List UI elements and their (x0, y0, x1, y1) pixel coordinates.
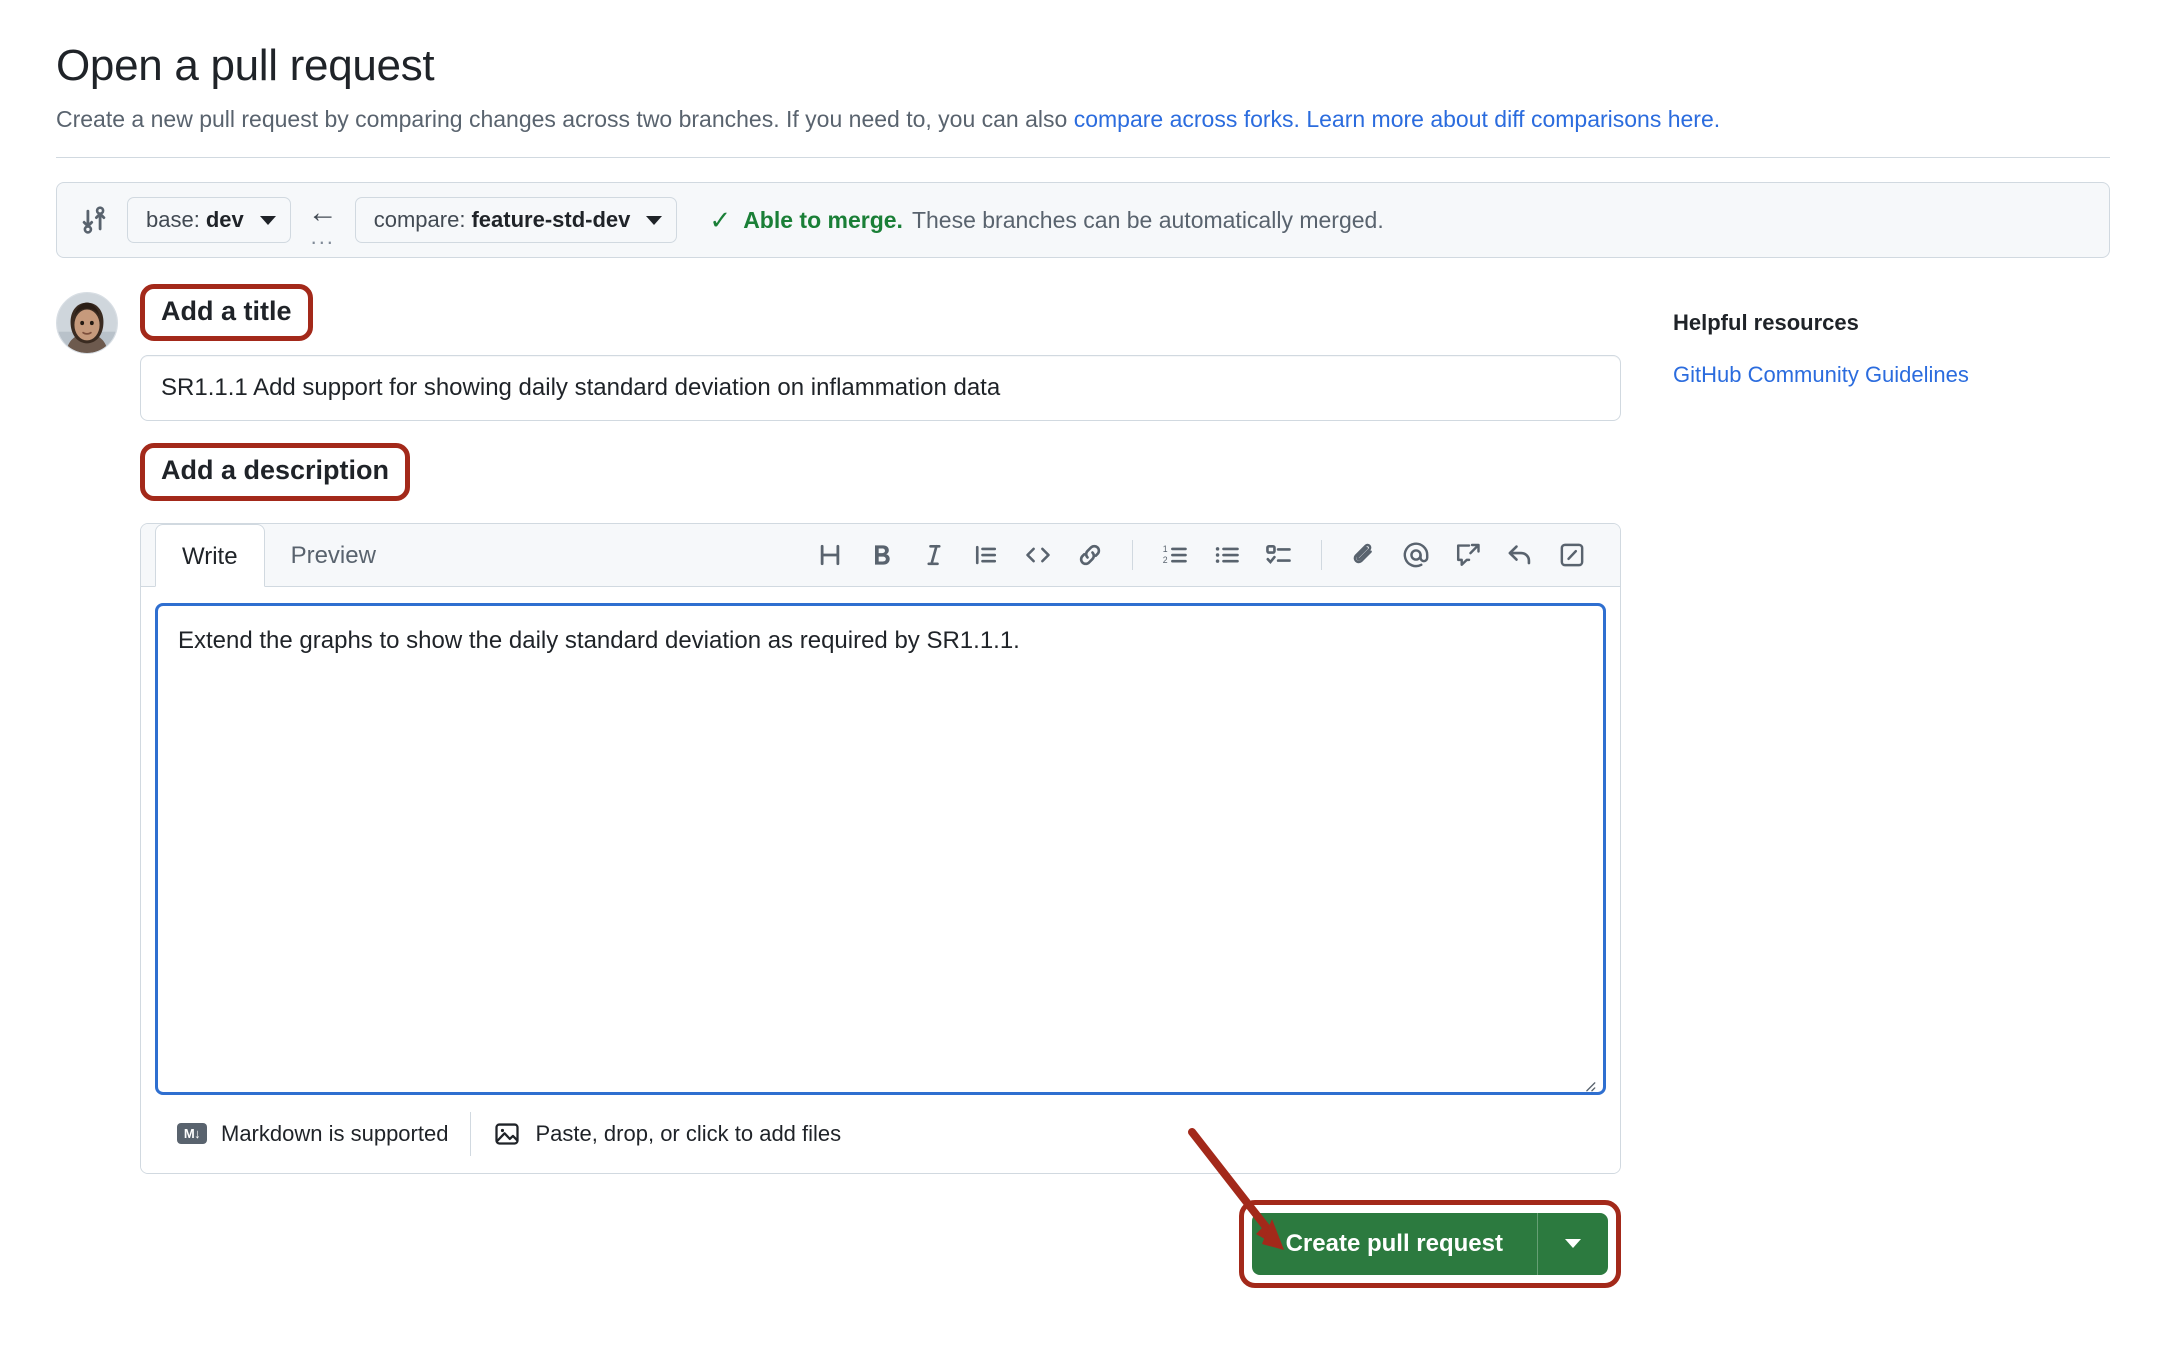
toolbar-divider (1132, 540, 1133, 570)
community-guidelines-link[interactable]: GitHub Community Guidelines (1673, 362, 2110, 388)
chevron-down-icon (1565, 1239, 1581, 1248)
check-icon: ✓ (709, 207, 731, 233)
markdown-icon: M↓ (177, 1123, 207, 1144)
heading-icon[interactable] (804, 533, 856, 577)
compare-across-forks-link[interactable]: compare across forks. (1074, 106, 1300, 132)
base-branch-selector[interactable]: base: dev (127, 197, 291, 243)
branch-compare-bar: base: dev ← ... compare: feature-std-dev… (56, 182, 2110, 258)
link-icon[interactable] (1064, 533, 1116, 577)
svg-text:1: 1 (1163, 543, 1168, 553)
create-pull-request-dropdown-button[interactable] (1538, 1213, 1608, 1275)
attach-files-hint[interactable]: Paste, drop, or click to add files (471, 1120, 863, 1148)
ordered-list-icon[interactable]: 1 2 (1149, 533, 1201, 577)
editor-footer: M↓ Markdown is supported (141, 1095, 1620, 1173)
helpful-resources-title: Helpful resources (1673, 310, 2110, 336)
task-list-icon[interactable] (1253, 533, 1305, 577)
italic-icon[interactable] (908, 533, 960, 577)
base-branch-name: dev (206, 207, 244, 233)
direction-indicator: ← ... (295, 198, 351, 243)
page-subtitle: Create a new pull request by comparing c… (56, 104, 2110, 135)
chevron-down-icon (260, 216, 276, 225)
attach-files-label: Paste, drop, or click to add files (535, 1121, 841, 1147)
markdown-supported-hint[interactable]: M↓ Markdown is supported (155, 1121, 470, 1147)
merge-status-label: Able to merge. (743, 207, 903, 234)
helpful-resources-sidebar: Helpful resources GitHub Community Guide… (1621, 284, 2110, 1287)
page-title: Open a pull request (56, 42, 2110, 90)
editor-body: Extend the graphs to show the daily stan… (141, 587, 1620, 1095)
ellipsis-label: ... (311, 230, 335, 243)
reply-icon[interactable] (1494, 533, 1546, 577)
bold-icon[interactable] (856, 533, 908, 577)
compare-branch-selector[interactable]: compare: feature-std-dev (355, 197, 678, 243)
annotation-add-a-title: Add a title (140, 284, 313, 341)
header-divider (56, 157, 2110, 158)
reference-icon[interactable] (1442, 533, 1494, 577)
svg-text:2: 2 (1163, 555, 1168, 565)
compare-branch-name: feature-std-dev (471, 207, 630, 233)
compare-branch-prefix: compare: (374, 207, 466, 233)
editor-tabs: Write Preview (141, 524, 1620, 587)
image-icon (493, 1120, 521, 1148)
markdown-supported-label: Markdown is supported (221, 1121, 448, 1147)
description-editor: Write Preview (140, 523, 1621, 1174)
toolbar-divider (1321, 540, 1322, 570)
chevron-down-icon (646, 216, 662, 225)
unordered-list-icon[interactable] (1201, 533, 1253, 577)
page-header: Open a pull request Create a new pull re… (0, 0, 2166, 135)
title-section: Add a title SR1.1.1 Add support for show… (56, 284, 1621, 1287)
avatar (56, 292, 118, 354)
resize-handle-icon[interactable] (1579, 1069, 1597, 1087)
markdown-toolbar: 1 2 (804, 524, 1620, 586)
slash-command-icon[interactable] (1546, 533, 1598, 577)
main-content: Add a title SR1.1.1 Add support for show… (56, 284, 2110, 1287)
description-text: Extend the graphs to show the daily stan… (178, 627, 1020, 654)
page-subtitle-text: Create a new pull request by comparing c… (56, 106, 1074, 132)
description-textarea[interactable]: Extend the graphs to show the daily stan… (155, 603, 1606, 1095)
merge-status-detail: These branches can be automatically merg… (912, 207, 1384, 234)
git-compare-icon (79, 205, 109, 235)
code-icon[interactable] (1012, 533, 1064, 577)
mention-icon[interactable] (1390, 533, 1442, 577)
attach-file-icon[interactable] (1338, 533, 1390, 577)
annotation-add-a-description: Add a description (140, 443, 410, 500)
submit-row: Create pull request (140, 1200, 1621, 1288)
tab-preview[interactable]: Preview (265, 524, 402, 587)
learn-more-diff-link[interactable]: Learn more about diff comparisons here. (1300, 106, 1720, 132)
create-pull-request-button[interactable]: Create pull request (1252, 1213, 1538, 1275)
annotation-create-pull-request: Create pull request (1239, 1200, 1621, 1288)
pr-title-input[interactable]: SR1.1.1 Add support for showing daily st… (140, 355, 1621, 421)
create-pull-request-button-group: Create pull request (1252, 1213, 1608, 1275)
title-input-wrapper: Add a title SR1.1.1 Add support for show… (140, 284, 1621, 1287)
pr-form-column: Add a title SR1.1.1 Add support for show… (56, 284, 1621, 1287)
base-branch-prefix: base: (146, 207, 200, 233)
quote-icon[interactable] (960, 533, 1012, 577)
tab-write[interactable]: Write (155, 524, 265, 587)
merge-status: ✓ Able to merge. These branches can be a… (709, 207, 1383, 234)
